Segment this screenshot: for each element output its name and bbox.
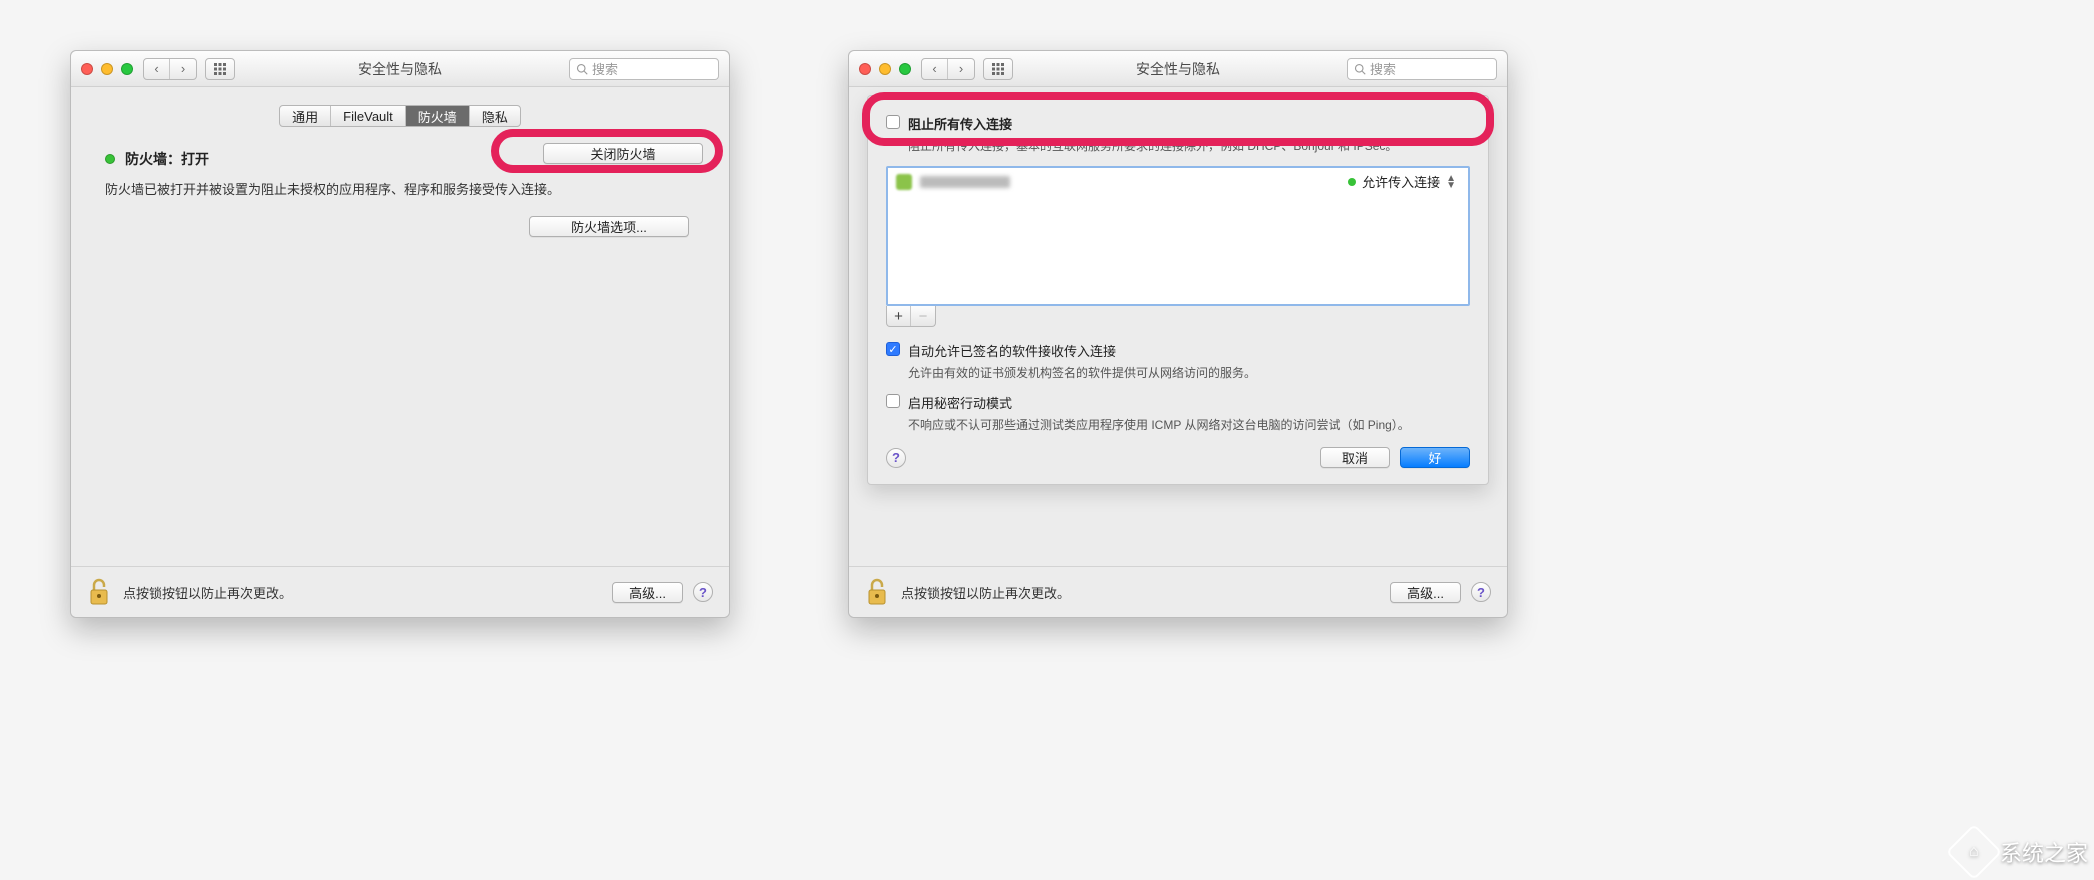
ok-button[interactable]: 好 xyxy=(1400,447,1470,468)
firewall-pane: 通用 FileVault 防火墙 隐私 防火墙：打开 关闭防火墙 防火墙已被打开… xyxy=(71,87,729,566)
show-all-button[interactable] xyxy=(205,58,235,80)
lock-text: 点按锁按钮以防止再次更改。 xyxy=(901,583,1070,602)
security-prefs-window-left: ‹ › 安全性与隐私 搜索 通用 FileVault 防火墙 隐私 防火墙：打开… xyxy=(70,50,730,618)
footer: 点按锁按钮以防止再次更改。 高级... ? xyxy=(71,566,729,617)
stealth-row: 启用秘密行动模式 xyxy=(886,393,1470,412)
search-icon xyxy=(576,63,588,75)
firewall-options-sheet-area: 阻止所有传入连接 阻止所有传入连接，基本的互联网服务所要求的连接除外，例如 DH… xyxy=(849,87,1507,566)
auto-allow-label: 自动允许已签名的软件接收传入连接 xyxy=(908,341,1116,360)
watermark-logo-icon: ⌂ xyxy=(1946,824,2003,880)
lock-icon[interactable] xyxy=(87,577,111,607)
titlebar: ‹ › 安全性与隐私 搜索 xyxy=(849,51,1507,87)
back-button[interactable]: ‹ xyxy=(922,59,948,79)
watermark: ⌂ 系统之家 xyxy=(1954,832,2088,872)
help-button[interactable]: ? xyxy=(1471,582,1491,602)
footer: 点按锁按钮以防止再次更改。 高级... ? xyxy=(849,566,1507,617)
stealth-label: 启用秘密行动模式 xyxy=(908,393,1012,412)
tab-filevault[interactable]: FileVault xyxy=(331,106,406,126)
forward-button[interactable]: › xyxy=(170,59,196,79)
advanced-button[interactable]: 高级... xyxy=(1390,582,1461,603)
block-all-sub: 阻止所有传入连接，基本的互联网服务所要求的连接除外，例如 DHCP、Bonjou… xyxy=(908,137,1470,154)
add-button[interactable]: + xyxy=(887,306,911,326)
status-dot-icon xyxy=(105,154,115,164)
permission-label: 允许传入连接 xyxy=(1362,172,1440,191)
watermark-text: 系统之家 xyxy=(2000,836,2088,868)
help-button[interactable]: ? xyxy=(886,448,906,468)
search-placeholder: 搜索 xyxy=(1370,59,1396,78)
close-icon[interactable] xyxy=(81,63,93,75)
zoom-icon[interactable] xyxy=(121,63,133,75)
status-dot-icon xyxy=(1348,178,1356,186)
search-icon xyxy=(1354,63,1366,75)
app-name-blurred xyxy=(920,176,1010,188)
tab-privacy[interactable]: 隐私 xyxy=(470,106,520,126)
minimize-icon[interactable] xyxy=(879,63,891,75)
status-label: 防火墙：打开 xyxy=(125,149,209,169)
updown-icon[interactable]: ▲▼ xyxy=(1446,175,1460,189)
auto-allow-row: ✓ 自动允许已签名的软件接收传入连接 xyxy=(886,341,1470,360)
firewall-description: 防火墙已被打开并被设置为阻止未授权的应用程序、程序和服务接受传入连接。 xyxy=(105,179,699,198)
lock-icon[interactable] xyxy=(865,577,889,607)
minimize-icon[interactable] xyxy=(101,63,113,75)
close-icon[interactable] xyxy=(859,63,871,75)
cancel-button[interactable]: 取消 xyxy=(1320,447,1390,468)
back-button[interactable]: ‹ xyxy=(144,59,170,79)
permission-cell[interactable]: 允许传入连接 ▲▼ xyxy=(1348,172,1460,191)
app-icon xyxy=(896,174,912,190)
search-placeholder: 搜索 xyxy=(592,59,618,78)
sheet-buttons: ? 取消 好 xyxy=(886,447,1470,468)
tab-firewall[interactable]: 防火墙 xyxy=(406,106,470,126)
remove-button[interactable]: − xyxy=(911,306,935,326)
lock-text: 点按锁按钮以防止再次更改。 xyxy=(123,583,292,602)
turn-off-firewall-button[interactable]: 关闭防火墙 xyxy=(543,143,703,164)
tab-general[interactable]: 通用 xyxy=(280,106,331,126)
firewall-options-sheet: 阻止所有传入连接 阻止所有传入连接，基本的互联网服务所要求的连接除外，例如 DH… xyxy=(867,95,1489,485)
nav-back-forward: ‹ › xyxy=(921,58,975,80)
app-list-row[interactable]: 允许传入连接 ▲▼ xyxy=(888,168,1468,195)
titlebar: ‹ › 安全性与隐私 搜索 xyxy=(71,51,729,87)
block-all-row: 阻止所有传入连接 xyxy=(886,114,1470,133)
stealth-checkbox[interactable] xyxy=(886,394,900,408)
search-input[interactable]: 搜索 xyxy=(569,58,719,80)
tabs: 通用 FileVault 防火墙 隐私 xyxy=(279,105,521,127)
show-all-button[interactable] xyxy=(983,58,1013,80)
traffic-lights xyxy=(859,63,911,75)
forward-button[interactable]: › xyxy=(948,59,974,79)
add-remove-buttons: + − xyxy=(886,306,936,327)
app-list[interactable]: 允许传入连接 ▲▼ xyxy=(886,166,1470,306)
search-input[interactable]: 搜索 xyxy=(1347,58,1497,80)
zoom-icon[interactable] xyxy=(899,63,911,75)
nav-back-forward: ‹ › xyxy=(143,58,197,80)
help-button[interactable]: ? xyxy=(693,582,713,602)
security-prefs-window-right: ‹ › 安全性与隐私 搜索 阻止所有传入连接 阻止所有传入连接，基本的互联网服务… xyxy=(848,50,1508,618)
stealth-sub: 不响应或不认可那些通过测试类应用程序使用 ICMP 从网络对这台电脑的访问尝试（… xyxy=(908,416,1470,433)
block-all-checkbox[interactable] xyxy=(886,115,900,129)
traffic-lights xyxy=(81,63,133,75)
auto-allow-sub: 允许由有效的证书颁发机构签名的软件提供可从网络访问的服务。 xyxy=(908,364,1470,381)
firewall-options-button[interactable]: 防火墙选项... xyxy=(529,216,689,237)
advanced-button[interactable]: 高级... xyxy=(612,582,683,603)
block-all-label: 阻止所有传入连接 xyxy=(908,114,1012,133)
auto-allow-checkbox[interactable]: ✓ xyxy=(886,342,900,356)
